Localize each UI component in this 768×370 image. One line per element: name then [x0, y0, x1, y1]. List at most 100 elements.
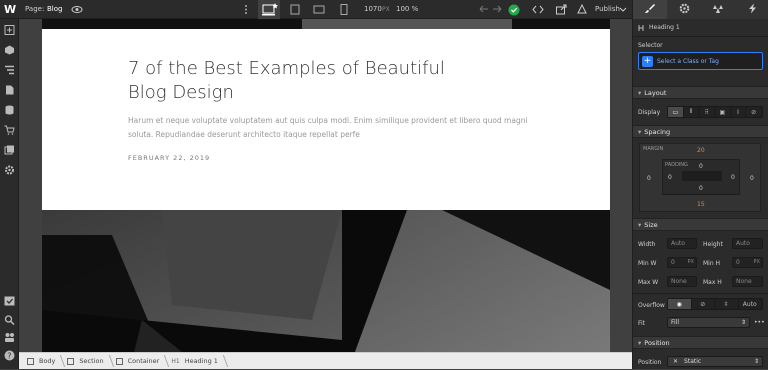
page-preview: 7 of the Best Examples of Beautiful Blog… — [42, 19, 610, 352]
selector-label: Selector — [638, 42, 663, 49]
tab-interactions[interactable] — [701, 0, 735, 19]
display-inline-icon[interactable]: I — [731, 107, 747, 117]
tasks-checkbox-icon[interactable] — [4, 296, 15, 306]
post-title[interactable]: 7 of the Best Examples of Beautiful Blog… — [128, 57, 488, 105]
display-grid-icon[interactable]: ⠿ — [699, 107, 716, 117]
code-export-icon[interactable] — [532, 4, 544, 15]
padding-top[interactable]: 0 — [699, 163, 703, 170]
zoom-level[interactable]: 100 % — [396, 5, 418, 13]
body-icon — [27, 357, 34, 365]
display-flex-icon[interactable]: ⫴ — [684, 107, 700, 117]
heading-tag-icon — [638, 24, 646, 34]
publish-icon[interactable] — [576, 3, 588, 15]
breadcrumb-container[interactable]: Container — [112, 353, 168, 370]
display-none-icon[interactable]: ⊘ — [746, 107, 763, 117]
breadcrumb-body[interactable]: Body — [23, 353, 63, 370]
webflow-logo[interactable]: W — [4, 3, 16, 16]
position-label: Position — [638, 359, 662, 366]
tab-settings[interactable] — [667, 0, 701, 19]
pages-icon[interactable] — [4, 85, 15, 95]
display-inline-block-icon[interactable]: ▣ — [715, 107, 731, 117]
margin-top[interactable]: 20 — [697, 147, 705, 154]
page-name[interactable]: Blog — [47, 5, 62, 13]
overflow-auto-button[interactable]: Auto — [739, 299, 762, 309]
overflow-hidden-icon[interactable]: ⊘ — [692, 299, 715, 309]
min-width-field[interactable]: 0 PX — [667, 257, 697, 268]
display-selector[interactable]: ▭ ⫴ ⠿ ▣ I ⊘ — [667, 106, 763, 118]
ecommerce-icon[interactable] — [4, 125, 15, 135]
max-height-field[interactable]: None — [732, 276, 763, 287]
post-excerpt[interactable]: Harum et neque voluptate voluptatem aut … — [128, 114, 528, 142]
brush-icon — [644, 3, 656, 17]
overflow-visible-eye-icon[interactable]: ◉ — [668, 299, 692, 309]
publish-button[interactable]: Publish — [595, 5, 620, 13]
overflow-selector[interactable]: ◉ ⊘ ⇳ Auto — [667, 298, 763, 310]
cms-icon[interactable] — [4, 105, 15, 115]
element-breadcrumb: Body Section Container H1 Heading 1 — [19, 352, 632, 369]
fit-select[interactable]: Fill ⇕ — [667, 317, 750, 328]
display-label: Display — [638, 109, 661, 116]
padding-bottom[interactable]: 0 — [699, 185, 703, 192]
search-icon[interactable] — [4, 315, 15, 326]
padding-right[interactable]: 0 — [731, 174, 735, 181]
width-label: Width — [638, 241, 656, 248]
tab-style[interactable] — [633, 0, 667, 19]
position-select[interactable]: ✕ Static ⇕ — [667, 356, 763, 367]
min-height-field[interactable]: 0 PX — [732, 257, 763, 268]
max-width-field[interactable]: None — [667, 276, 697, 287]
canvas-width-value[interactable]: 1070 — [364, 5, 382, 13]
padding-box: PADDING 0 0 0 0 — [662, 159, 740, 195]
position-section-header[interactable]: ▾ Position — [633, 336, 768, 349]
mobile-breakpoint-icon[interactable] — [338, 4, 350, 15]
selector-field[interactable]: + Select a Class or Tag — [638, 52, 763, 70]
more-options-icon[interactable]: ••• — [754, 319, 765, 326]
display-block-icon[interactable]: ▭ — [668, 107, 684, 117]
gear-icon — [679, 3, 690, 17]
breadcrumb-heading[interactable]: H1 Heading 1 — [167, 353, 226, 370]
share-icon[interactable] — [555, 4, 567, 15]
desktop-breakpoint-button[interactable] — [258, 0, 280, 19]
heading-icon: H1 — [171, 357, 180, 365]
lightning-icon — [748, 3, 757, 17]
navigator-icon[interactable] — [4, 65, 15, 75]
overflow-scroll-icon[interactable]: ⇳ — [715, 299, 739, 309]
max-height-label: Max H — [703, 279, 722, 286]
selector-placeholder: Select a Class or Tag — [657, 58, 719, 65]
post-image[interactable] — [42, 210, 610, 352]
designer-canvas: 7 of the Best Examples of Beautiful Blog… — [19, 19, 632, 352]
size-section-header[interactable]: ▾ Size — [633, 218, 768, 231]
team-icon[interactable] — [4, 332, 15, 342]
help-icon[interactable]: ? — [4, 350, 15, 361]
breadcrumb-section[interactable]: Section — [63, 353, 111, 370]
assets-icon[interactable] — [4, 145, 15, 155]
redo-icon[interactable] — [491, 4, 503, 15]
preview-eye-icon[interactable] — [71, 4, 83, 15]
margin-bottom[interactable]: 15 — [697, 201, 705, 208]
chevron-down-icon[interactable] — [619, 4, 631, 15]
select-arrow-icon: ⇕ — [740, 319, 746, 326]
post-date[interactable]: FEBRUARY 22, 2019 — [128, 154, 210, 162]
left-sidebar: ? — [0, 19, 19, 369]
section-icon — [67, 357, 75, 365]
undo-icon[interactable] — [478, 4, 490, 15]
width-field[interactable]: Auto — [667, 238, 697, 249]
container-icon — [115, 357, 123, 365]
canvas-width-unit: PX — [382, 6, 390, 13]
landscape-breakpoint-icon[interactable] — [313, 4, 325, 15]
add-icon[interactable] — [4, 25, 15, 35]
tab-lightning[interactable] — [735, 0, 768, 19]
layout-section-header[interactable]: ▾ Layout — [633, 86, 768, 99]
saved-status-icon — [508, 4, 520, 16]
margin-right[interactable]: 0 — [750, 175, 754, 182]
height-field[interactable]: Auto — [732, 238, 763, 249]
more-options-icon[interactable] — [240, 4, 252, 15]
padding-left[interactable]: 0 — [668, 174, 672, 181]
box-icon[interactable] — [4, 45, 15, 55]
settings-gear-icon[interactable] — [4, 165, 15, 175]
plus-icon: + — [642, 56, 653, 67]
spacing-section-header[interactable]: ▾ Spacing — [633, 125, 768, 138]
spacing-box-model[interactable]: MARGIN 20 0 0 15 PADDING 0 0 0 0 — [639, 143, 761, 212]
tablet-breakpoint-icon[interactable] — [289, 4, 301, 15]
margin-left[interactable]: 0 — [647, 175, 651, 182]
page-label: Page: — [25, 5, 45, 13]
